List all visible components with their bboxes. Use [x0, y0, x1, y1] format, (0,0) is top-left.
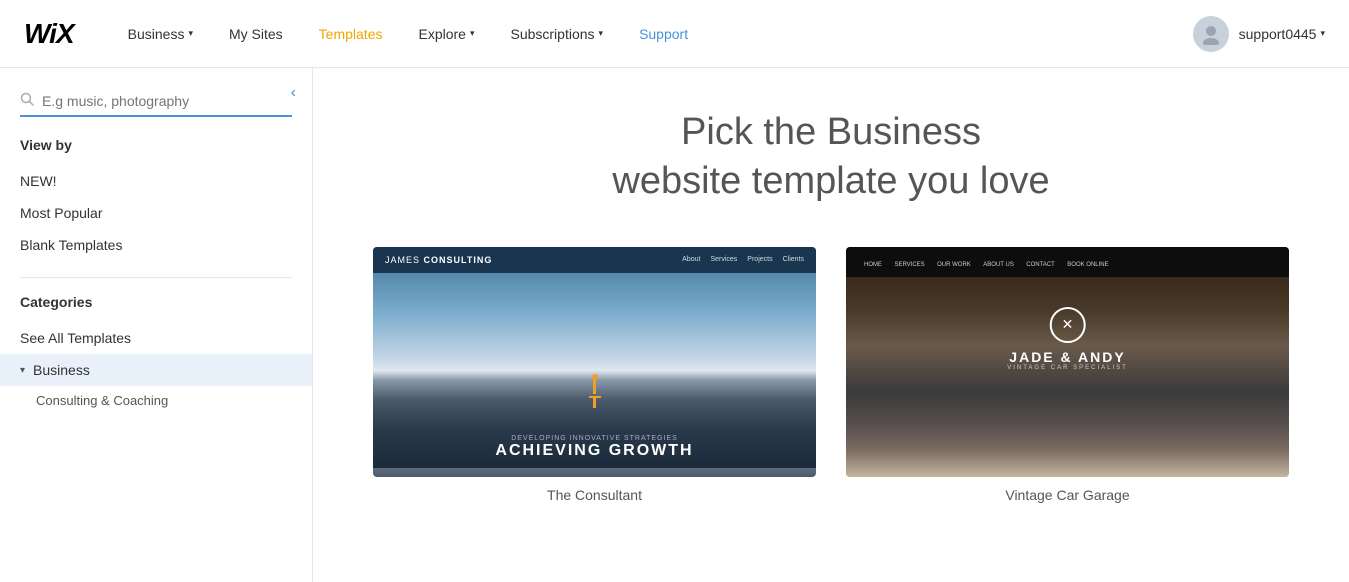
- sidebar-item-most-popular[interactable]: Most Popular: [0, 197, 312, 229]
- thumb2-nav: HOME SERVICES OUR WORK ABOUT US CONTACT …: [856, 253, 1109, 271]
- thumb2-car: ✕ JADE & ANDY VINTAGE CAR SPECIALIST f p…: [846, 277, 1289, 477]
- template-thumbnail-vintage-car: HOME SERVICES OUR WORK ABOUT US CONTACT …: [846, 247, 1289, 477]
- sidebar-item-blank-templates[interactable]: Blank Templates: [0, 229, 312, 261]
- templates-grid: JAMES CONSULTING About Services Projects…: [373, 247, 1289, 503]
- chevron-down-icon: ▾: [20, 365, 25, 376]
- thumb2-header: HOME SERVICES OUR WORK ABOUT US CONTACT …: [846, 247, 1289, 277]
- thumb1-person: [589, 374, 601, 408]
- nav-item-support[interactable]: Support: [621, 0, 706, 68]
- chevron-down-icon: ▾: [1320, 28, 1325, 39]
- wrench-icon: ✕: [1049, 307, 1085, 343]
- thumb2-overlay-text: ✕ JADE & ANDY VINTAGE CAR SPECIALIST: [1007, 307, 1128, 371]
- nav-item-mysites[interactable]: My Sites: [211, 0, 301, 68]
- chevron-down-icon: ▾: [599, 28, 604, 39]
- sidebar-collapse-button[interactable]: ‹: [291, 84, 296, 102]
- sidebar-item-business[interactable]: ▾ Business: [0, 354, 312, 386]
- sidebar-item-new[interactable]: NEW!: [0, 165, 312, 197]
- avatar[interactable]: [1193, 16, 1229, 52]
- template-card-consultant[interactable]: JAMES CONSULTING About Services Projects…: [373, 247, 816, 503]
- page-title: Pick the Business website template you l…: [373, 108, 1289, 207]
- main-content: Pick the Business website template you l…: [313, 68, 1349, 582]
- template-label-consultant: The Consultant: [373, 487, 816, 503]
- template-label-vintage-car: Vintage Car Garage: [846, 487, 1289, 503]
- template-card-vintage-car[interactable]: HOME SERVICES OUR WORK ABOUT US CONTACT …: [846, 247, 1289, 503]
- thumb1-body: DEVELOPING INNOVATIVE STRATEGIES ACHIEVI…: [373, 273, 816, 468]
- wix-logo[interactable]: WiX: [24, 18, 74, 50]
- nav-item-explore[interactable]: Explore ▾: [400, 0, 492, 68]
- user-section: support0445 ▾: [1193, 16, 1325, 52]
- template-thumbnail-consultant: JAMES CONSULTING About Services Projects…: [373, 247, 816, 477]
- header: WiX Business ▾ My Sites Templates Explor…: [0, 0, 1349, 68]
- thumb1-header: JAMES CONSULTING About Services Projects…: [373, 247, 816, 273]
- search-input[interactable]: [42, 93, 292, 109]
- sidebar-item-see-all[interactable]: See All Templates: [0, 322, 312, 354]
- body-layout: ‹ View by NEW! Most Popular Blank Templa…: [0, 68, 1349, 582]
- chevron-down-icon: ▾: [188, 28, 193, 39]
- thumb1-brand: JAMES CONSULTING: [385, 255, 492, 265]
- sidebar-sub-item-consulting[interactable]: Consulting & Coaching: [0, 386, 312, 415]
- view-by-label: View by: [0, 137, 312, 153]
- username-display[interactable]: support0445 ▾: [1239, 26, 1325, 42]
- chevron-down-icon: ▾: [470, 28, 475, 39]
- thumb1-bottom-text: DEVELOPING INNOVATIVE STRATEGIES ACHIEVI…: [373, 435, 816, 460]
- thumb1-nav: About Services Projects Clients: [682, 256, 804, 263]
- search-box: [20, 92, 292, 117]
- sidebar: ‹ View by NEW! Most Popular Blank Templa…: [0, 68, 313, 582]
- sidebar-divider: [20, 277, 292, 278]
- nav-item-subscriptions[interactable]: Subscriptions ▾: [492, 0, 621, 68]
- search-icon: [20, 92, 34, 109]
- nav-item-business[interactable]: Business ▾: [110, 0, 211, 68]
- nav-item-templates[interactable]: Templates: [301, 0, 401, 68]
- main-nav: Business ▾ My Sites Templates Explore ▾ …: [110, 0, 1193, 68]
- categories-label: Categories: [0, 294, 312, 310]
